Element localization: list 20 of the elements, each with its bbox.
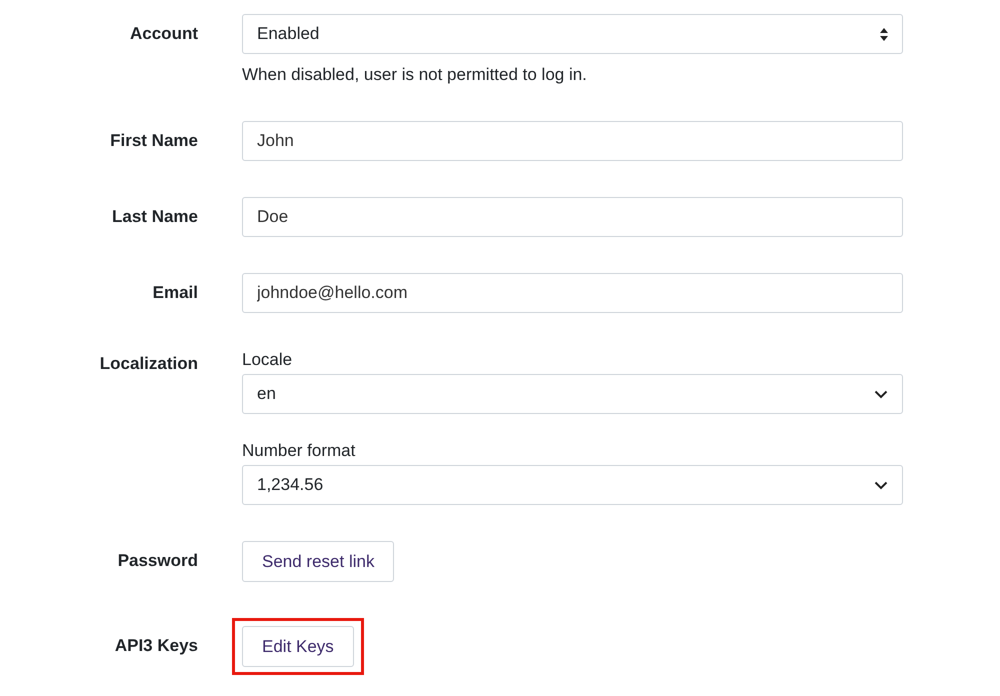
text-input[interactable]: John [242,121,903,161]
dropdown-select[interactable]: 1,234.56 [242,465,903,505]
field-label: Last Name [111,206,198,228]
text-input[interactable]: Doe [242,197,903,237]
field-label: Account [129,23,198,45]
field-label: Password [116,550,198,572]
chevron-down-icon [874,390,888,398]
chevron-down-icon [874,480,888,490]
field-label: Locale [242,349,294,371]
sort-arrows-icon [880,28,888,40]
account-select[interactable]: Enabled [242,14,903,54]
field-label: Email [152,282,198,304]
field-label: API3 Keys [114,635,198,657]
field-label: First Name [109,130,198,152]
field-label: Localization [98,353,198,375]
help-text: When disabled, user is not permitted to log in. [242,65,588,85]
field-label: Number format [242,440,356,462]
action-button[interactable]: Send reset link [242,541,394,582]
dropdown-select[interactable]: en [242,374,903,414]
action-button[interactable]: Edit Keys [242,626,354,667]
